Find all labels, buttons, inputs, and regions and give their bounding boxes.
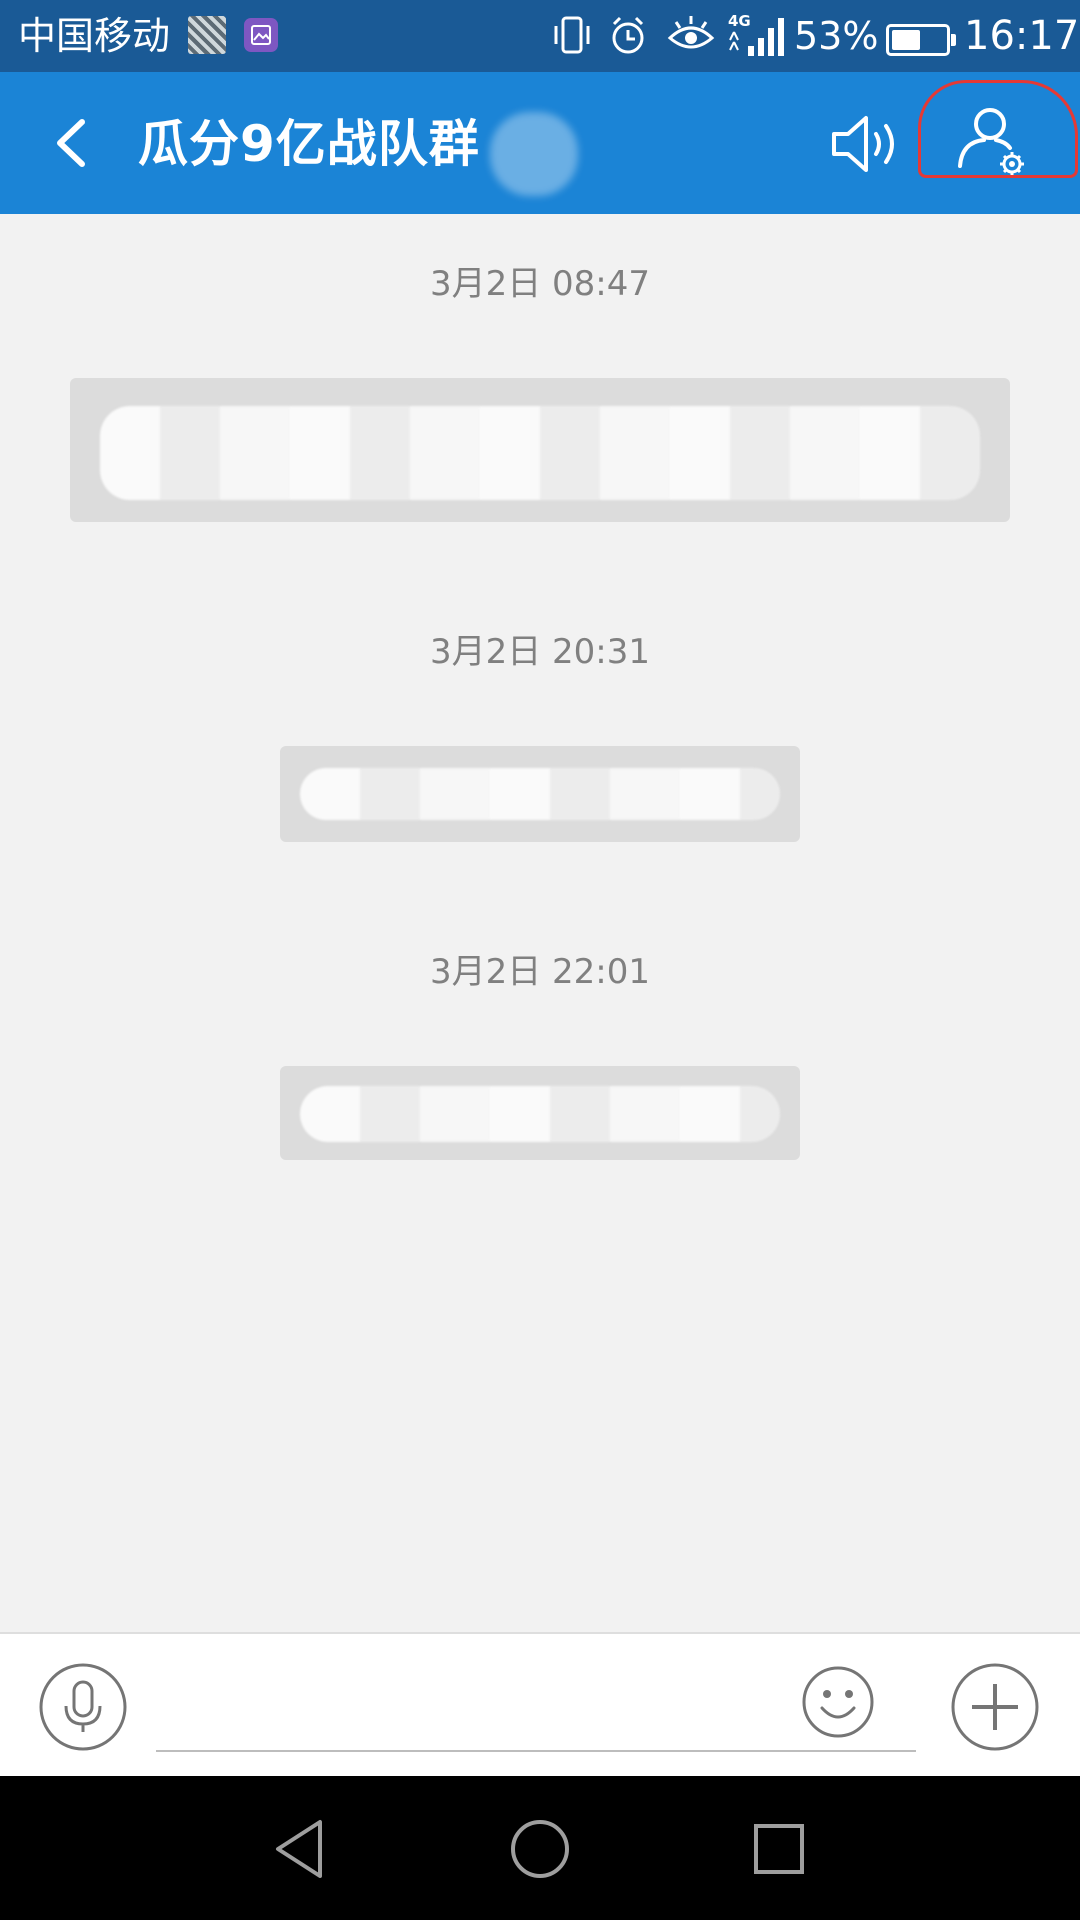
status-bar: 中国移动 4G 53% 16:17 <box>0 0 1080 72</box>
voice-input-button[interactable] <box>38 1662 128 1752</box>
battery-percent: 53% <box>794 14 879 58</box>
nav-back-icon <box>276 1820 322 1878</box>
emoji-button[interactable] <box>800 1664 876 1740</box>
redacted-title-badge <box>490 112 578 196</box>
nav-home-button[interactable] <box>505 1814 575 1884</box>
battery-level <box>892 30 920 50</box>
nav-recents-button[interactable] <box>744 1814 814 1884</box>
system-message <box>280 1066 800 1160</box>
emoji-icon <box>802 1666 874 1738</box>
back-button[interactable] <box>36 108 106 178</box>
microphone-icon <box>39 1663 127 1751</box>
redacted-message-text <box>100 406 980 500</box>
photo-thumbnail-icon <box>188 16 226 54</box>
more-options-button[interactable] <box>950 1662 1040 1752</box>
redacted-message-text <box>300 768 780 820</box>
message-timestamp: 3月2日 22:01 <box>429 952 651 992</box>
message-input-bar <box>0 1632 1080 1778</box>
system-message <box>70 378 1010 522</box>
gallery-icon <box>244 18 278 52</box>
nav-back-button[interactable] <box>266 1814 336 1884</box>
system-navigation-bar <box>0 1776 1080 1920</box>
speaker-icon <box>832 116 894 172</box>
clock: 16:17 <box>964 13 1080 59</box>
carrier-name: 中国移动 <box>18 14 171 58</box>
eye-comfort-icon <box>667 16 715 49</box>
signal-icon: 4G <box>728 12 784 56</box>
nav-recents-icon <box>754 1824 804 1874</box>
message-timestamp: 3月2日 08:47 <box>429 264 651 304</box>
add-icon <box>951 1663 1039 1751</box>
group-chat-title: 瓜分9亿战队群 <box>138 115 480 173</box>
redacted-message-text <box>300 1086 780 1142</box>
annotation-highlight <box>918 80 1078 178</box>
speaker-mode-button[interactable] <box>828 108 908 180</box>
back-arrow-icon <box>57 119 85 167</box>
network-type-label: 4G <box>728 12 751 30</box>
system-message <box>280 746 800 842</box>
battery-icon <box>886 24 956 56</box>
vibrate-icon <box>554 16 590 54</box>
nav-home-icon <box>511 1820 569 1878</box>
message-timestamp: 3月2日 20:31 <box>429 632 651 672</box>
alarm-icon <box>612 16 644 54</box>
